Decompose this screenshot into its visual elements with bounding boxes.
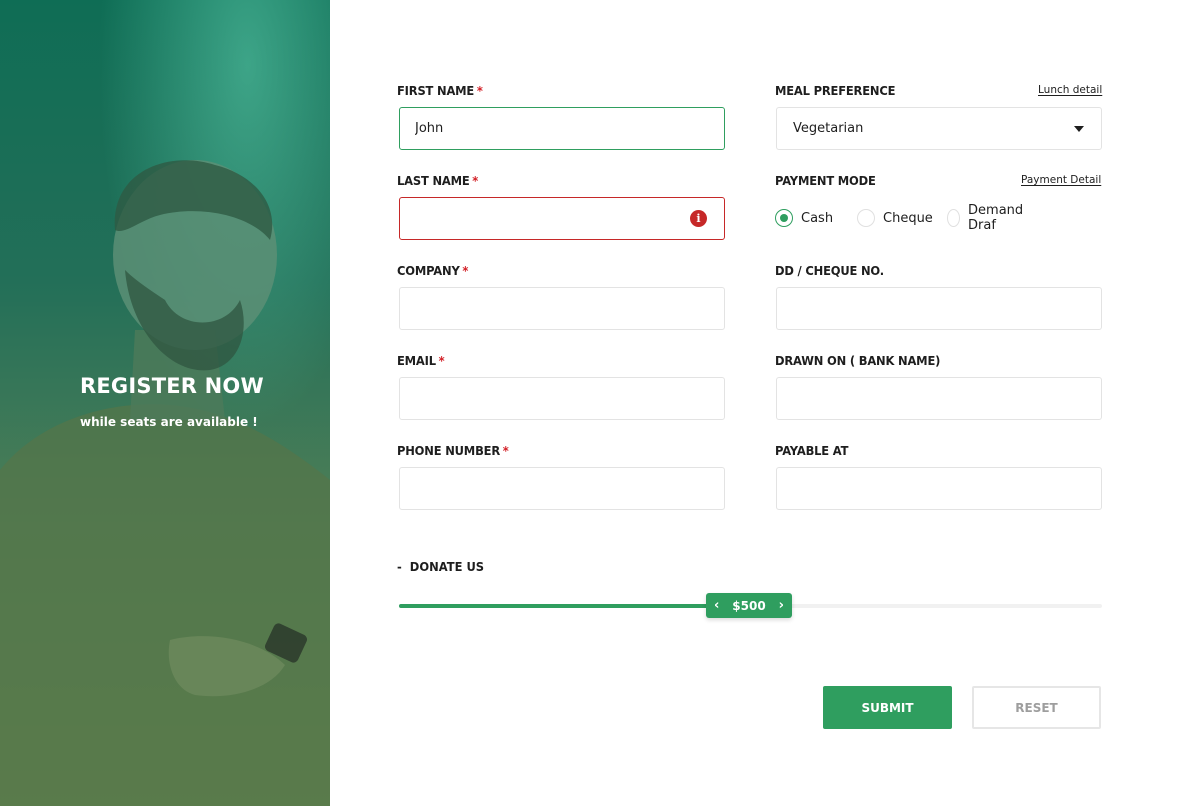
- dd-cheque-field[interactable]: [776, 287, 1102, 330]
- donate-label: DONATE US: [409, 559, 485, 574]
- email-input[interactable]: [400, 378, 724, 419]
- dd-cheque-input[interactable]: [777, 288, 1101, 329]
- company-input[interactable]: [400, 288, 724, 329]
- first-name-input[interactable]: [400, 108, 724, 149]
- first-name-label: FIRST NAME *: [397, 83, 483, 98]
- phone-label: PHONE NUMBER *: [397, 443, 509, 458]
- radio-unchecked-icon: [857, 209, 875, 227]
- hero-panel: REGISTER NOW while seats are available !: [0, 0, 330, 806]
- last-name-field[interactable]: i: [399, 197, 725, 240]
- hero-title: REGISTER NOW: [80, 374, 264, 398]
- company-label: COMPANY *: [397, 263, 469, 278]
- meal-selected-value: Vegetarian: [793, 121, 864, 136]
- meal-preference-label: MEAL PREFERENCE: [775, 83, 896, 98]
- phone-input[interactable]: [400, 468, 724, 509]
- payable-at-input[interactable]: [777, 468, 1101, 509]
- radio-cash[interactable]: Cash: [775, 208, 833, 228]
- reset-button[interactable]: RESET: [972, 686, 1101, 729]
- collapse-icon: -: [397, 559, 402, 574]
- payable-at-label: PAYABLE AT: [775, 443, 849, 458]
- last-name-label: LAST NAME *: [397, 173, 479, 188]
- payment-detail-link[interactable]: Payment Detail: [1021, 174, 1101, 186]
- payment-mode-label: PAYMENT MODE: [775, 173, 876, 188]
- donation-slider-thumb[interactable]: ‹ $500 ›: [706, 593, 792, 618]
- required-mark: *: [476, 83, 483, 98]
- donate-toggle[interactable]: - DONATE US: [397, 559, 484, 574]
- phone-field[interactable]: [399, 467, 725, 510]
- lunch-detail-link[interactable]: Lunch detail: [1038, 84, 1102, 96]
- caret-down-icon: [1074, 126, 1084, 132]
- error-icon: i: [690, 210, 707, 227]
- radio-unchecked-icon: [947, 209, 961, 227]
- required-mark: *: [502, 443, 509, 458]
- drawn-on-input[interactable]: [777, 378, 1101, 419]
- company-field[interactable]: [399, 287, 725, 330]
- last-name-input[interactable]: [400, 198, 724, 239]
- email-label: EMAIL *: [397, 353, 445, 368]
- radio-demand-draft[interactable]: Demand Draf: [947, 203, 1028, 233]
- email-field[interactable]: [399, 377, 725, 420]
- chevron-left-icon[interactable]: ‹: [714, 599, 719, 612]
- drawn-on-label: DRAWN ON ( BANK NAME): [775, 353, 941, 368]
- first-name-field[interactable]: [399, 107, 725, 150]
- hero-subtitle: while seats are available !: [80, 415, 258, 429]
- submit-button[interactable]: SUBMIT: [823, 686, 952, 729]
- donation-slider-fill: [399, 604, 716, 608]
- required-mark: *: [438, 353, 445, 368]
- speaker-photo: [0, 0, 330, 806]
- donation-amount: $500: [732, 598, 766, 613]
- meal-preference-select[interactable]: Vegetarian: [776, 107, 1102, 150]
- required-mark: *: [462, 263, 469, 278]
- radio-checked-icon: [775, 209, 793, 227]
- required-mark: *: [472, 173, 479, 188]
- dd-cheque-label: DD / CHEQUE NO.: [775, 263, 884, 278]
- payable-at-field[interactable]: [776, 467, 1102, 510]
- drawn-on-field[interactable]: [776, 377, 1102, 420]
- radio-cheque[interactable]: Cheque: [857, 208, 933, 228]
- chevron-right-icon[interactable]: ›: [779, 599, 784, 612]
